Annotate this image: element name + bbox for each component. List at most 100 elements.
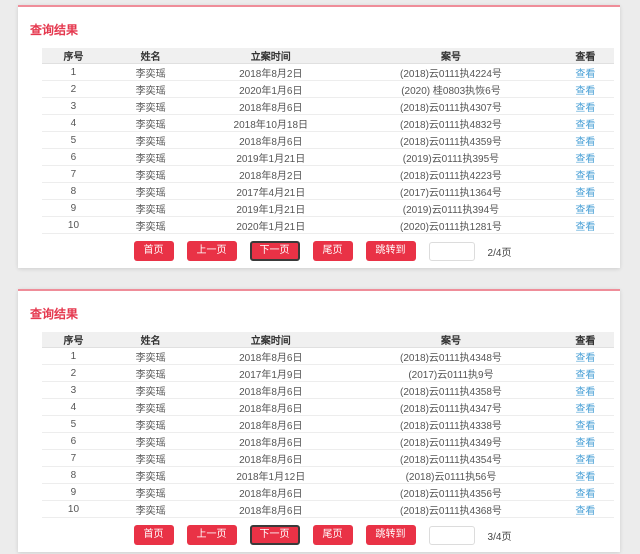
view-link[interactable]: 查看 [575, 404, 595, 415]
view-link[interactable]: 查看 [575, 120, 595, 131]
cell-seq: 9 [42, 200, 105, 217]
table-row: 8李奕瑶2017年4月21日(2017)云0111执1364号查看 [42, 183, 614, 200]
table-row: 7李奕瑶2018年8月6日(2018)云0111执4354号查看 [42, 450, 614, 467]
cell-date: 2018年8月6日 [196, 399, 345, 416]
table-row: 3李奕瑶2018年8月6日(2018)云0111执4358号查看 [42, 382, 614, 399]
table-row: 4李奕瑶2018年8月6日(2018)云0111执4347号查看 [42, 399, 614, 416]
cell-name: 李奕瑶 [105, 166, 197, 183]
next-page-button[interactable]: 下一页 [250, 525, 300, 545]
table-row: 1李奕瑶2018年8月2日(2018)云0111执4224号查看 [42, 64, 614, 81]
jump-page-input[interactable] [429, 526, 475, 545]
view-link[interactable]: 查看 [575, 86, 595, 97]
column-header-seq: 序号 [42, 48, 105, 64]
column-header-name: 姓名 [105, 48, 197, 64]
table-row: 3李奕瑶2018年8月6日(2018)云0111执4307号查看 [42, 98, 614, 115]
pagination-bar: 首页 上一页 下一页 尾页 跳转到 2/4页 [30, 241, 615, 261]
first-page-button[interactable]: 首页 [134, 241, 174, 261]
table-row: 10李奕瑶2018年8月6日(2018)云0111执4368号查看 [42, 501, 614, 518]
jump-page-input[interactable] [429, 242, 475, 261]
results-table: 序号 姓名 立案时间 案号 查看 1李奕瑶2018年8月6日(2018)云011… [42, 332, 614, 518]
pagination-bar: 首页 上一页 下一页 尾页 跳转到 3/4页 [30, 525, 615, 545]
view-link[interactable]: 查看 [575, 353, 595, 364]
cell-case-no: (2018)云0111执4348号 [345, 348, 557, 365]
cell-date: 2020年1月21日 [196, 217, 345, 234]
view-link[interactable]: 查看 [575, 472, 595, 483]
cell-seq: 8 [42, 467, 105, 484]
prev-page-button[interactable]: 上一页 [187, 241, 237, 261]
cell-case-no: (2018)云0111执56号 [345, 467, 557, 484]
jump-to-button[interactable]: 跳转到 [366, 525, 416, 545]
cell-case-no: (2017)云0111执9号 [345, 365, 557, 382]
view-link[interactable]: 查看 [575, 137, 595, 148]
cell-case-no: (2020)云0111执1281号 [345, 217, 557, 234]
cell-seq: 7 [42, 450, 105, 467]
column-header-case-no: 案号 [345, 48, 557, 64]
cell-seq: 2 [42, 81, 105, 98]
view-link[interactable]: 查看 [575, 489, 595, 500]
view-link[interactable]: 查看 [575, 421, 595, 432]
cell-case-no: (2020) 桂0803执恢6号 [345, 81, 557, 98]
cell-seq: 5 [42, 132, 105, 149]
table-row: 6李奕瑶2018年8月6日(2018)云0111执4349号查看 [42, 433, 614, 450]
cell-date: 2018年10月18日 [196, 115, 345, 132]
cell-view: 查看 [557, 166, 614, 183]
cell-date: 2019年1月21日 [196, 200, 345, 217]
column-header-seq: 序号 [42, 332, 105, 348]
view-link[interactable]: 查看 [575, 154, 595, 165]
cell-view: 查看 [557, 484, 614, 501]
view-link[interactable]: 查看 [575, 387, 595, 398]
cell-name: 李奕瑶 [105, 98, 197, 115]
cell-view: 查看 [557, 64, 614, 81]
view-link[interactable]: 查看 [575, 103, 595, 114]
cell-date: 2017年1月9日 [196, 365, 345, 382]
table-header-row: 序号 姓名 立案时间 案号 查看 [42, 48, 614, 64]
last-page-button[interactable]: 尾页 [313, 241, 353, 261]
cell-date: 2018年8月6日 [196, 416, 345, 433]
cell-view: 查看 [557, 348, 614, 365]
cell-date: 2018年8月6日 [196, 433, 345, 450]
panel-title: 查询结果 [30, 21, 615, 38]
table-row: 2李奕瑶2017年1月9日(2017)云0111执9号查看 [42, 365, 614, 382]
view-link[interactable]: 查看 [575, 205, 595, 216]
jump-to-button[interactable]: 跳转到 [366, 241, 416, 261]
cell-view: 查看 [557, 217, 614, 234]
results-panel-1: 查询结果 序号 姓名 立案时间 案号 查看 1李奕瑶2018年8月2日(2018… [18, 5, 620, 268]
first-page-button[interactable]: 首页 [134, 525, 174, 545]
view-link[interactable]: 查看 [575, 506, 595, 517]
view-link[interactable]: 查看 [575, 188, 595, 199]
table-row: 7李奕瑶2018年8月2日(2018)云0111执4223号查看 [42, 166, 614, 183]
cell-date: 2018年8月2日 [196, 64, 345, 81]
cell-view: 查看 [557, 98, 614, 115]
cell-name: 李奕瑶 [105, 64, 197, 81]
view-link[interactable]: 查看 [575, 438, 595, 449]
column-header-view: 查看 [557, 332, 614, 348]
view-link[interactable]: 查看 [575, 222, 595, 233]
view-link[interactable]: 查看 [575, 370, 595, 381]
cell-name: 李奕瑶 [105, 149, 197, 166]
prev-page-button[interactable]: 上一页 [187, 525, 237, 545]
cell-seq: 4 [42, 399, 105, 416]
cell-case-no: (2018)云0111执4349号 [345, 433, 557, 450]
cell-date: 2019年1月21日 [196, 149, 345, 166]
cell-view: 查看 [557, 365, 614, 382]
view-link[interactable]: 查看 [575, 69, 595, 80]
table-row: 1李奕瑶2018年8月6日(2018)云0111执4348号查看 [42, 348, 614, 365]
cell-seq: 6 [42, 149, 105, 166]
cell-date: 2018年8月6日 [196, 484, 345, 501]
cell-seq: 6 [42, 433, 105, 450]
cell-date: 2020年1月6日 [196, 81, 345, 98]
view-link[interactable]: 查看 [575, 455, 595, 466]
cell-seq: 8 [42, 183, 105, 200]
cell-case-no: (2018)云0111执4368号 [345, 501, 557, 518]
cell-date: 2018年1月12日 [196, 467, 345, 484]
cell-date: 2018年8月6日 [196, 98, 345, 115]
cell-date: 2018年8月6日 [196, 382, 345, 399]
view-link[interactable]: 查看 [575, 171, 595, 182]
last-page-button[interactable]: 尾页 [313, 525, 353, 545]
next-page-button[interactable]: 下一页 [250, 241, 300, 261]
cell-name: 李奕瑶 [105, 450, 197, 467]
cell-seq: 2 [42, 365, 105, 382]
cell-name: 李奕瑶 [105, 382, 197, 399]
cell-case-no: (2019)云0111执394号 [345, 200, 557, 217]
column-header-date: 立案时间 [196, 48, 345, 64]
